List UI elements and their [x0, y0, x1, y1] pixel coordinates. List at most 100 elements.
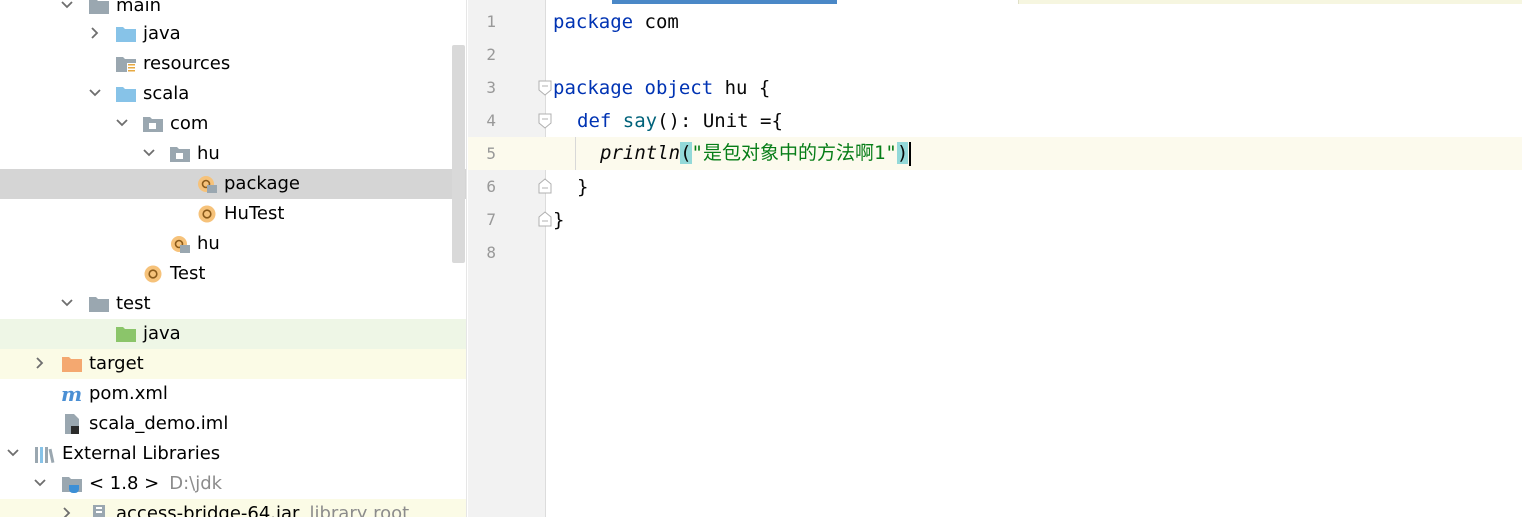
chevron-right-icon[interactable]: [33, 349, 49, 379]
line-number: 1: [486, 12, 496, 31]
matched-paren-close: ): [896, 142, 909, 164]
tree-row-target[interactable]: target: [0, 349, 466, 379]
folder-icon: [88, 293, 110, 315]
keyword: def: [577, 110, 612, 132]
chevron-down-icon[interactable]: [142, 139, 158, 169]
tree-item-label: scala: [143, 83, 190, 104]
code-editor[interactable]: 1 2 3 4 5 6 7 8 package com package obje…: [468, 0, 1522, 517]
code-text: }: [577, 176, 589, 198]
tree-row-resources[interactable]: resources: [0, 49, 466, 79]
tree-row-scala[interactable]: scala: [0, 79, 466, 109]
tree-row-java[interactable]: java: [0, 19, 466, 49]
tree-item-label: HuTest: [224, 203, 285, 224]
line-number: 4: [486, 111, 496, 130]
tree-scrollbar[interactable]: [452, 45, 465, 263]
keyword: object: [644, 77, 714, 99]
tree-item-label: < 1.8 > D:\jdk: [89, 469, 222, 499]
code-line-1[interactable]: package com: [553, 6, 679, 39]
code-line-4[interactable]: def say(): Unit ={: [577, 105, 783, 138]
resources-folder-icon: [115, 53, 137, 75]
method-name: say: [622, 110, 658, 132]
tree-row-jdk[interactable]: < 1.8 > D:\jdk: [0, 469, 466, 499]
package-icon: [169, 143, 191, 165]
module-file-icon: [61, 413, 83, 435]
tree-item-label: External Libraries: [62, 443, 221, 464]
package-icon: [142, 113, 164, 135]
tree-item-label: java: [143, 323, 181, 344]
tree-item-label: main: [116, 0, 161, 16]
tree-item-label: java: [143, 23, 181, 44]
chevron-down-icon[interactable]: [33, 469, 49, 499]
code-line-7[interactable]: }: [553, 204, 564, 237]
scala-package-object-icon: [196, 173, 218, 195]
tree-item-label: com: [170, 113, 209, 134]
jdk-path: D:\jdk: [169, 473, 223, 494]
scala-package-object-icon: [169, 233, 191, 255]
tree-row-hu-package[interactable]: hu: [0, 139, 466, 169]
tree-item-label: scala_demo.iml: [89, 413, 229, 434]
tree-row-main[interactable]: main: [0, 0, 466, 21]
jar-name: access-bridge-64.jar: [116, 503, 300, 517]
chevron-down-icon[interactable]: [6, 439, 22, 469]
source-folder-icon: [115, 83, 137, 105]
tree-item-label: package: [224, 173, 300, 194]
line-number: 6: [486, 177, 496, 196]
string-literal: "是包对象中的方法啊1": [691, 142, 897, 164]
chevron-down-icon[interactable]: [88, 79, 104, 109]
tree-row-test-folder[interactable]: test: [0, 289, 466, 319]
tree-item-label: resources: [143, 53, 231, 74]
chevron-right-icon[interactable]: [60, 499, 76, 517]
chevron-down-icon[interactable]: [60, 0, 76, 21]
fold-open-icon[interactable]: [538, 113, 552, 129]
text-cursor: [909, 141, 912, 166]
keyword: package: [553, 11, 634, 33]
test-source-folder-icon: [115, 323, 137, 345]
line-number: 7: [486, 210, 496, 229]
chevron-right-icon[interactable]: [88, 19, 104, 49]
tree-row-hu-object[interactable]: hu: [0, 229, 466, 259]
svg-text:m: m: [61, 383, 82, 405]
jdk-icon: [61, 473, 83, 495]
fold-close-icon[interactable]: [538, 178, 552, 194]
source-folder-icon: [115, 23, 137, 45]
line-number: 2: [486, 45, 496, 64]
chevron-down-icon[interactable]: [60, 289, 76, 319]
fold-open-icon[interactable]: [538, 80, 552, 96]
excluded-folder-icon: [61, 353, 83, 375]
code-text: com: [633, 11, 679, 33]
line-number: 3: [486, 78, 496, 97]
jar-hint: library root: [309, 503, 410, 517]
tree-item-label: access-bridge-64.jar library root: [116, 499, 409, 517]
tree-row-test-object[interactable]: Test: [0, 259, 466, 289]
tree-row-jar[interactable]: access-bridge-64.jar library root: [0, 499, 466, 517]
code-line-5[interactable]: println("是包对象中的方法啊1"): [600, 137, 912, 170]
tree-item-label: test: [116, 293, 151, 314]
folder-icon: [88, 0, 110, 17]
tree-row-iml[interactable]: scala_demo.iml: [0, 409, 466, 439]
tree-row-test-java[interactable]: java: [0, 319, 466, 349]
code-text: hu {: [713, 77, 771, 99]
tree-item-label: hu: [197, 233, 220, 254]
chevron-down-icon[interactable]: [115, 109, 131, 139]
tree-row-com[interactable]: com: [0, 109, 466, 139]
scala-object-icon: [142, 263, 164, 285]
tree-row-pom[interactable]: m pom.xml: [0, 379, 466, 409]
maven-icon: m: [61, 383, 83, 405]
fold-close-icon[interactable]: [538, 211, 552, 227]
code-text: (): Unit ={: [657, 110, 783, 132]
method-call: println: [600, 142, 681, 164]
matched-paren-open: (: [680, 142, 692, 164]
libraries-icon: [34, 443, 56, 465]
line-number: 5: [486, 144, 496, 163]
tree-row-hutest[interactable]: HuTest: [0, 199, 466, 229]
project-tree-panel: main java resources scala com hu package…: [0, 0, 467, 517]
code-line-6[interactable]: }: [577, 171, 588, 204]
tree-row-external-libraries[interactable]: External Libraries: [0, 439, 466, 469]
tree-item-label: hu: [197, 143, 220, 164]
active-tab-indicator[interactable]: [612, 0, 837, 4]
code-line-3[interactable]: package object hu {: [553, 72, 770, 105]
tree-row-package-object[interactable]: package: [0, 169, 466, 199]
code-text: }: [553, 209, 565, 231]
